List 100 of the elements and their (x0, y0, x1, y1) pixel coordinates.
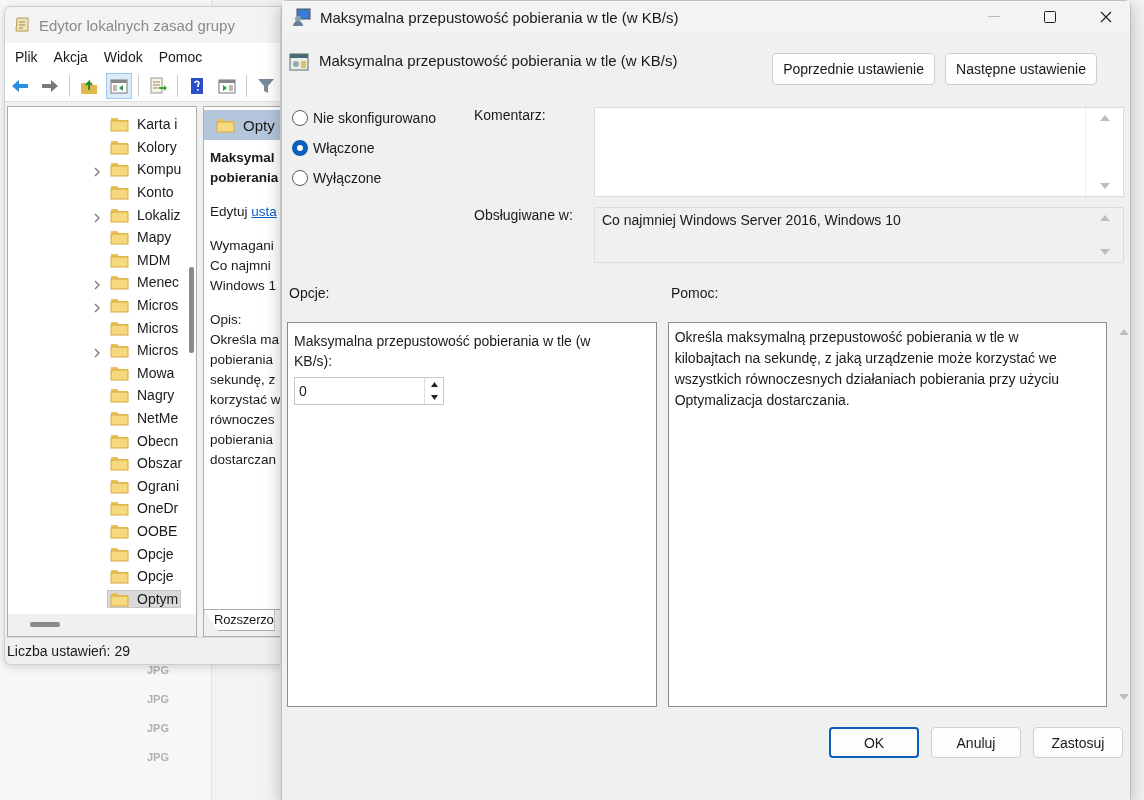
folder-icon (110, 500, 129, 517)
tree-item[interactable]: Micros (108, 297, 181, 314)
scroll-up-icon[interactable] (1098, 114, 1111, 122)
dialog-button[interactable]: Zastosuj (1033, 727, 1123, 758)
comment-field[interactable] (594, 107, 1124, 197)
folder-icon (110, 568, 129, 585)
tree-item[interactable]: Ograni (108, 477, 182, 494)
description-text: Określa ma (210, 331, 280, 349)
minimize-icon (988, 16, 1000, 18)
file-type-label: JPG (147, 693, 170, 705)
chevron-right-icon[interactable] (92, 212, 102, 223)
radio-label[interactable]: Włączone (313, 140, 375, 156)
menu-item[interactable]: Akcja (45, 49, 96, 65)
tree-item[interactable]: Micros (108, 319, 181, 336)
tree-item[interactable]: NetMe (108, 410, 181, 426)
tree-item[interactable]: Kompu (108, 161, 184, 178)
number-field[interactable]: 0 (294, 377, 424, 405)
scrollbar[interactable] (8, 614, 196, 636)
folder-icon (110, 523, 129, 539)
radio-label[interactable]: Wyłączone (313, 170, 382, 186)
folder-icon (110, 229, 129, 246)
tree-item[interactable]: Karta i (108, 116, 180, 133)
description-text: dostarczan (210, 451, 278, 469)
chevron-right-icon[interactable] (92, 167, 102, 178)
tree-item[interactable]: Opcje (108, 568, 176, 585)
nav-button[interactable]: Następne ustawienie (945, 53, 1097, 85)
folder-icon (110, 138, 129, 155)
filter-icon (256, 76, 276, 96)
setting-link[interactable]: usta (251, 204, 277, 219)
tree-item[interactable]: OOBE (108, 523, 180, 539)
chevron-right-icon[interactable] (92, 303, 102, 314)
folder-icon (110, 387, 129, 404)
nav-button[interactable]: Poprzednie ustawienie (772, 53, 935, 85)
menu-item[interactable]: Plik (7, 49, 46, 65)
menu-item[interactable]: Widok (95, 49, 151, 65)
view-tab[interactable]: Rozszerzo (204, 610, 275, 631)
folder-icon (110, 116, 129, 133)
tree-item[interactable]: OneDr (108, 500, 181, 517)
tree-item[interactable]: Mowa (108, 364, 177, 381)
menu-item[interactable]: Pomoc (150, 49, 211, 65)
chevron-right-icon[interactable] (92, 348, 102, 359)
folder-icon (110, 319, 129, 336)
folder-icon (110, 410, 129, 426)
maximize-icon (1044, 11, 1056, 23)
tree-item[interactable]: Konto (108, 184, 176, 201)
toolbar-button[interactable] (106, 73, 132, 99)
description-text: równoczes (210, 411, 276, 429)
folder-icon (110, 432, 129, 449)
radio-label[interactable]: Nie skonfigurowano (313, 110, 436, 126)
folder-icon (110, 545, 129, 562)
pane-icon (217, 76, 237, 96)
description-text: korzystać w (210, 391, 280, 409)
folder-icon (110, 161, 129, 178)
dialog-button[interactable]: Anuluj (931, 727, 1021, 758)
setting-title: Maksymal (210, 149, 276, 167)
tree-item[interactable]: MDM (108, 251, 173, 268)
tree-item[interactable]: Opcje (108, 545, 176, 562)
policy-heading: Maksymalna przepustowość pobierania w tle (w KB/s) (319, 51, 679, 69)
tree-item[interactable]: Obecn (108, 432, 181, 449)
tree-item[interactable]: Optym (108, 590, 181, 607)
dialog-button[interactable]: OK (829, 727, 919, 758)
folder-icon (110, 364, 129, 381)
computer-user-icon (292, 7, 312, 27)
tree-item[interactable]: Micros (108, 342, 181, 359)
description-label: Opis: (210, 311, 243, 329)
export-list-icon (148, 76, 168, 96)
supported-label: Obsługiwane w: (474, 207, 574, 225)
scroll-down-icon[interactable] (1098, 182, 1111, 190)
tree-item[interactable]: Obszar (108, 455, 185, 472)
file-type-label: JPG (147, 722, 170, 734)
requirements-text: Co najmni (210, 257, 272, 275)
tree-item[interactable]: Lokaliz (108, 206, 183, 223)
status-text: Liczba ustawień: 29 (7, 643, 130, 659)
radio-button[interactable] (292, 110, 308, 126)
help-label: Pomoc: (671, 285, 719, 303)
dialog-title: Maksymalna przepustowość pobierania w tle (w KB/s) (320, 8, 680, 26)
settings-window-icon (289, 52, 309, 72)
folder-icon (216, 117, 235, 133)
tree-item[interactable]: Menec (108, 274, 182, 291)
folder-icon (110, 455, 129, 472)
radio-button[interactable] (292, 170, 308, 186)
option-label: Maksymalna przepustowość pobierania w tle (w KB/s): (294, 332, 592, 371)
comment-label: Komentarz: (474, 107, 547, 125)
radio-button[interactable] (292, 140, 308, 156)
tree-item[interactable]: Nagry (108, 387, 177, 404)
tree-item[interactable]: Kolory (108, 138, 179, 155)
requirements-text: Windows 1 (210, 277, 278, 295)
file-type-label: JPG (147, 664, 170, 676)
close-icon (1100, 11, 1112, 23)
help-text: Określa maksymalną przepustowość pobierania w tle w kilobajtach na sekundę, z jaką urządzenie może korzystać we wszystkich równoczesnych działaniach pobierania przy użyciu Optymalizacja dostarczania. (674, 328, 1061, 410)
folder-icon (110, 590, 129, 607)
folder-icon (110, 477, 129, 494)
scroll-document-icon (13, 16, 31, 34)
description-text: sekundę, z (210, 371, 277, 389)
folder-icon (110, 297, 129, 314)
options-label: Opcje: (289, 285, 331, 303)
chevron-right-icon[interactable] (92, 280, 102, 291)
folder-icon (110, 274, 129, 291)
tree-item[interactable]: Mapy (108, 229, 174, 246)
folder-icon (110, 184, 129, 201)
